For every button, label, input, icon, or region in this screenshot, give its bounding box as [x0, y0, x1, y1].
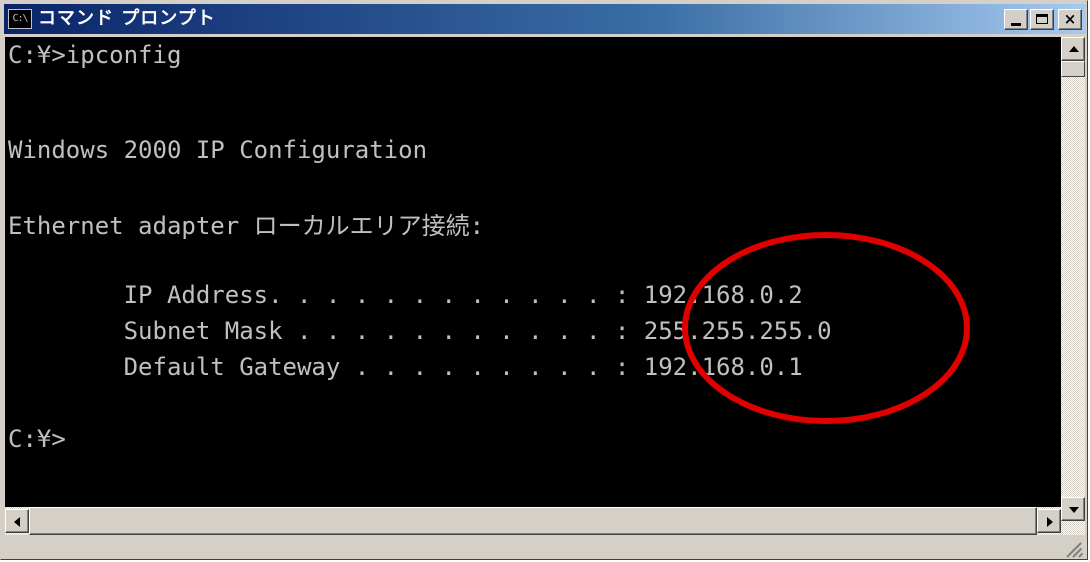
- grip-line: [1078, 552, 1084, 558]
- horizontal-scroll-thumb[interactable]: [29, 507, 1037, 535]
- console-line: Ethernet adapter ローカルエリア接続:: [8, 212, 485, 240]
- arrow-up-icon: [1069, 46, 1079, 52]
- red-ellipse-highlight: [682, 232, 970, 424]
- close-button[interactable]: ×: [1058, 9, 1082, 30]
- arrow-right-icon: [1047, 517, 1053, 527]
- minimize-icon: [1011, 23, 1021, 26]
- close-icon: ×: [1063, 10, 1077, 28]
- arrow-down-icon: [1069, 507, 1079, 513]
- command-prompt-icon[interactable]: C:\: [8, 9, 32, 29]
- vertical-scrollbar[interactable]: [1061, 37, 1085, 545]
- scroll-left-button[interactable]: [5, 509, 29, 533]
- scroll-up-button[interactable]: [1061, 37, 1085, 61]
- console-line: C:¥>ipconfig: [8, 41, 182, 69]
- window-title: コマンド プロンプト: [38, 8, 216, 29]
- console-line: Windows 2000 IP Configuration: [8, 136, 428, 164]
- minimize-button[interactable]: [1004, 9, 1028, 30]
- scroll-right-button[interactable]: [1037, 509, 1061, 533]
- scroll-down-button[interactable]: [1061, 497, 1085, 521]
- horizontal-scrollbar[interactable]: [5, 507, 1061, 535]
- command-prompt-line: C:¥>: [8, 425, 66, 453]
- resize-grip[interactable]: [1061, 535, 1085, 559]
- title-bar[interactable]: C:\ コマンド プロンプト ×: [4, 4, 1086, 34]
- annotation-circle: [682, 232, 970, 424]
- maximize-icon: [1036, 14, 1048, 24]
- vertical-scroll-thumb[interactable]: [1061, 61, 1085, 77]
- maximize-button[interactable]: [1030, 9, 1054, 30]
- arrow-left-icon: [14, 517, 20, 527]
